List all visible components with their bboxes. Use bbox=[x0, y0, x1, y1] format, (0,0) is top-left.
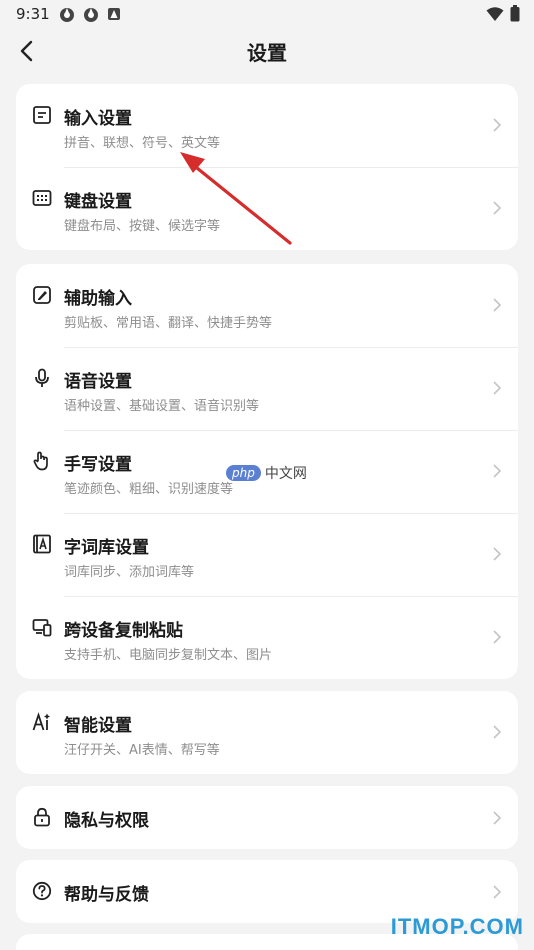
watermark-badge: php bbox=[226, 465, 261, 481]
settings-item-label: 手写设置 bbox=[64, 455, 132, 475]
settings-item-smart[interactable]: 智能设置 汪仔开关、AI表情、帮写等 bbox=[16, 691, 518, 774]
page-title: 设置 bbox=[247, 41, 287, 65]
battery-icon bbox=[510, 5, 520, 22]
settings-group-privacy: 隐私与权限 bbox=[16, 786, 518, 849]
settings-item-assist-input[interactable]: 辅助输入 剪贴板、常用语、翻译、快捷手势等 bbox=[16, 264, 518, 347]
chevron-right-icon bbox=[493, 885, 502, 899]
microphone-icon bbox=[35, 368, 49, 387]
status-time: 9:31 bbox=[16, 5, 50, 23]
settings-item-label: 输入设置 bbox=[64, 109, 132, 129]
chevron-right-icon bbox=[493, 298, 502, 312]
chevron-right-icon bbox=[493, 118, 502, 132]
chevron-right-icon bbox=[493, 464, 502, 478]
help-icon bbox=[32, 881, 52, 901]
keyboard-icon bbox=[32, 190, 52, 206]
chevron-right-icon bbox=[493, 381, 502, 395]
lock-icon bbox=[34, 807, 50, 827]
settings-item-sub: 键盘布局、按键、候选字等 bbox=[64, 219, 221, 234]
devices-icon bbox=[32, 619, 52, 637]
settings-item-sub: 语种设置、基础设置、语音识别等 bbox=[64, 399, 260, 414]
settings-item-label: 语音设置 bbox=[64, 372, 132, 392]
settings-item-sub: 剪贴板、常用语、翻译、快捷手势等 bbox=[64, 316, 273, 331]
alert-notification-icon bbox=[108, 8, 120, 20]
settings-item-label: 辅助输入 bbox=[64, 289, 132, 309]
nav-bar: 设置 bbox=[0, 28, 534, 74]
app-notification-icon bbox=[84, 8, 98, 22]
status-bar: 9:31 bbox=[0, 0, 534, 28]
settings-item-cross-device[interactable]: 跨设备复制粘贴 支持手机、电脑同步复制文本、图片 bbox=[16, 596, 518, 679]
settings-group-smart: 智能设置 汪仔开关、AI表情、帮写等 bbox=[16, 691, 518, 774]
settings-item-privacy[interactable]: 隐私与权限 bbox=[16, 786, 518, 849]
settings-item-dictionary[interactable]: 字词库设置 词库同步、添加词库等 bbox=[16, 513, 518, 596]
settings-item-sub: 笔迹颜色、粗细、识别速度等 bbox=[64, 482, 234, 497]
settings-group-input: 输入设置 拼音、联想、符号、英文等 键盘设置 键盘布局、按键、候选字等 bbox=[16, 84, 518, 250]
settings-item-sub: 汪仔开关、AI表情、帮写等 bbox=[64, 743, 220, 758]
chevron-right-icon bbox=[493, 201, 502, 215]
settings-item-label: 跨设备复制粘贴 bbox=[64, 621, 183, 641]
keyboard-settings-icon bbox=[33, 106, 51, 124]
chevron-right-icon bbox=[493, 630, 502, 644]
dictionary-icon bbox=[33, 534, 51, 554]
chevron-right-icon bbox=[493, 725, 502, 739]
chevron-right-icon bbox=[493, 547, 502, 561]
notification-icons bbox=[58, 6, 122, 24]
settings-item-label: 字词库设置 bbox=[64, 538, 149, 558]
chevron-right-icon bbox=[493, 811, 502, 825]
settings-item-keyboard[interactable]: 键盘设置 键盘布局、按键、候选字等 bbox=[16, 167, 518, 250]
hand-icon bbox=[33, 451, 48, 471]
settings-item-label: 帮助与反馈 bbox=[64, 885, 149, 905]
watermark-text: 中文网 bbox=[264, 466, 307, 482]
settings-item-sub: 词库同步、添加词库等 bbox=[64, 565, 195, 580]
settings-item-input[interactable]: 输入设置 拼音、联想、符号、英文等 bbox=[16, 84, 518, 167]
php-watermark: php 中文网 bbox=[226, 463, 307, 483]
settings-item-sub: 支持手机、电脑同步复制文本、图片 bbox=[64, 648, 273, 663]
site-watermark: ITMOP.COM bbox=[390, 914, 524, 939]
app-notification-icon bbox=[60, 8, 74, 22]
settings-item-label: 智能设置 bbox=[64, 716, 132, 736]
settings-item-voice[interactable]: 语音设置 语种设置、基础设置、语音识别等 bbox=[16, 347, 518, 430]
settings-item-label: 隐私与权限 bbox=[64, 811, 149, 831]
settings-item-sub: 拼音、联想、符号、英文等 bbox=[64, 136, 221, 151]
edit-assist-icon bbox=[33, 286, 51, 304]
wifi-icon bbox=[486, 6, 504, 21]
ai-icon bbox=[32, 712, 50, 731]
settings-item-label: 键盘设置 bbox=[64, 192, 132, 212]
